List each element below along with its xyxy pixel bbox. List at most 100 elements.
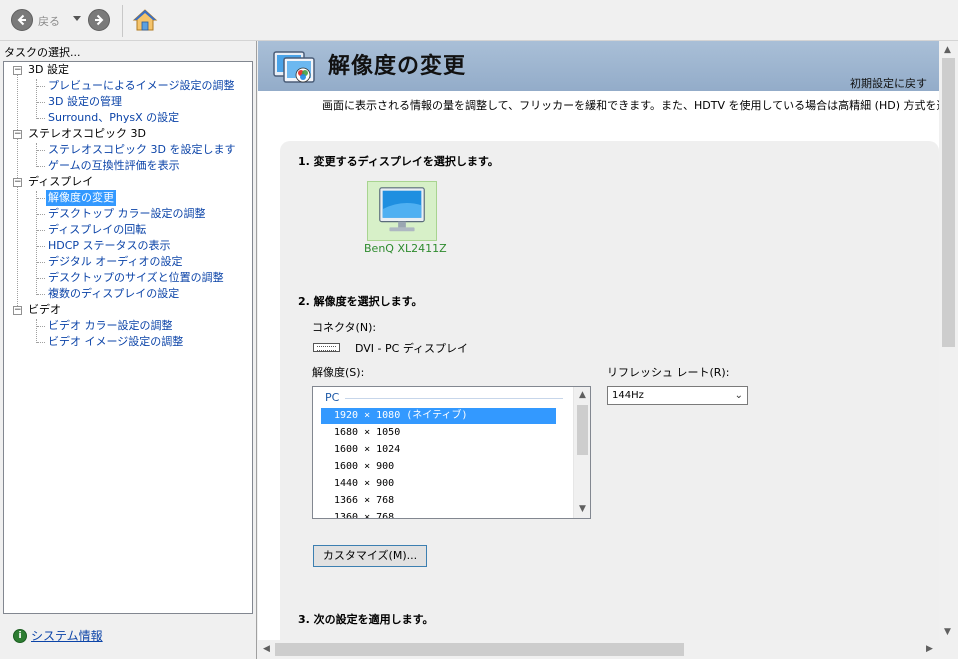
tree-item-change-resolution[interactable]: 解像度の変更: [46, 190, 116, 206]
tree-guide-line: [37, 294, 45, 295]
scroll-down-icon[interactable]: ▼: [578, 505, 587, 514]
tree-item-video-image[interactable]: ビデオ イメージ設定の調整: [46, 334, 185, 350]
tree-guide-line: [37, 262, 45, 263]
scroll-thumb[interactable]: [577, 405, 588, 455]
connector-label: コネクタ(N):: [312, 321, 377, 334]
task-panel: タスクの選択... − 3D 設定 プレビューによるイメージ設定の調整 3D 設…: [0, 41, 257, 659]
scroll-up-icon[interactable]: ▲: [944, 45, 951, 55]
tree-item-game-compat[interactable]: ゲームの互換性評価を表示: [46, 158, 182, 174]
connector-value: DVI - PC ディスプレイ: [355, 342, 469, 355]
scroll-right-icon[interactable]: ▶: [926, 644, 933, 654]
tree-item-video-color[interactable]: ビデオ カラー設定の調整: [46, 318, 175, 334]
tree-guide-line: [37, 246, 45, 247]
tree-category-stereo[interactable]: ステレオスコピック 3D: [28, 126, 146, 142]
task-panel-header: タスクの選択...: [4, 46, 81, 59]
resolution-option[interactable]: 1920 × 1080 (ネイティブ): [321, 408, 556, 424]
toolbar: 戻る: [0, 0, 958, 41]
tree-guide-line: [36, 79, 37, 119]
step-2-heading: 2. 解像度を選択します。: [298, 295, 423, 308]
resolution-option[interactable]: 1600 × 900: [321, 459, 556, 475]
tree-guide-line: [37, 230, 45, 231]
tree-item-surround-physx[interactable]: Surround、PhysX の設定: [46, 110, 181, 126]
back-arrow-icon: [17, 14, 26, 26]
tree-guide-line: [36, 143, 37, 167]
main-panel: 解像度の変更 初期設定に戻す 画面に表示される情報の量を調整して、フリッカーを緩…: [258, 41, 958, 659]
tree-guide-line: [37, 214, 45, 215]
task-tree: − 3D 設定 プレビューによるイメージ設定の調整 3D 設定の管理 Surro…: [3, 61, 253, 614]
chevron-down-icon: ⌄: [734, 390, 743, 401]
tree-item-rotate-display[interactable]: ディスプレイの回転: [46, 222, 148, 238]
collapse-toggle-icon[interactable]: −: [13, 66, 22, 75]
monitor-icon: [379, 187, 425, 232]
forward-arrow-icon: [95, 14, 104, 26]
page-banner: 解像度の変更 初期設定に戻す: [258, 41, 939, 91]
resolution-option[interactable]: 1360 × 768: [321, 510, 556, 518]
collapse-toggle-icon[interactable]: −: [13, 178, 22, 187]
tree-guide-line: [37, 278, 45, 279]
tree-category-3d[interactable]: 3D 設定: [28, 62, 69, 78]
resolution-scrollbar[interactable]: ▲ ▼: [573, 387, 590, 518]
resolution-label: 解像度(S):: [312, 366, 365, 379]
resolution-group-header: PC: [325, 391, 340, 404]
collapse-toggle-icon[interactable]: −: [13, 306, 22, 315]
refresh-rate-label: リフレッシュ レート(R):: [607, 366, 730, 379]
history-dropdown-icon[interactable]: [73, 16, 81, 21]
tree-item-preview-image[interactable]: プレビューによるイメージ設定の調整: [46, 78, 236, 94]
tree-guide-line: [37, 118, 45, 119]
tree-item-desktop-size[interactable]: デスクトップのサイズと位置の調整: [46, 270, 226, 286]
refresh-rate-value: 144Hz: [612, 390, 644, 401]
step-3-heading: 3. 次の設定を適用します。: [298, 613, 434, 626]
tree-item-desktop-color[interactable]: デスクトップ カラー設定の調整: [46, 206, 208, 222]
scroll-thumb[interactable]: [942, 58, 955, 347]
tree-category-display[interactable]: ディスプレイ: [28, 174, 93, 190]
restore-defaults-link[interactable]: 初期設定に戻す: [850, 75, 927, 91]
info-icon: i: [13, 628, 27, 643]
scrollbar-corner: [939, 640, 958, 659]
scroll-down-icon[interactable]: ▼: [944, 627, 951, 637]
tree-category-video[interactable]: ビデオ: [28, 302, 61, 318]
scroll-up-icon[interactable]: ▲: [578, 391, 587, 400]
system-info[interactable]: i システム情報: [13, 627, 103, 644]
tree-item-setup-stereo[interactable]: ステレオスコピック 3D を設定します: [46, 142, 237, 158]
tree-guide-line: [36, 319, 37, 343]
display-tile[interactable]: [367, 181, 437, 241]
system-info-link[interactable]: システム情報: [31, 627, 103, 644]
page-title: 解像度の変更: [328, 54, 467, 79]
page-description: 画面に表示される情報の量を調整して、フリッカーを緩和できます。また、HDTV を…: [322, 99, 939, 112]
toolbar-separator: [122, 5, 123, 37]
forward-button[interactable]: [88, 9, 110, 31]
scroll-thumb[interactable]: [275, 643, 684, 656]
refresh-rate-select[interactable]: 144Hz ⌄: [607, 386, 748, 405]
tree-guide-line: [36, 191, 37, 295]
tree-item-multi-display[interactable]: 複数のディスプレイの設定: [46, 286, 181, 302]
collapse-toggle-icon[interactable]: −: [13, 130, 22, 139]
tree-guide-line: [37, 326, 45, 327]
tree-guide-line: [17, 74, 18, 314]
tree-guide-line: [37, 198, 45, 199]
resolution-option[interactable]: 1600 × 1024: [321, 442, 556, 458]
dvi-connector-icon: [313, 343, 340, 352]
main-horizontal-scrollbar[interactable]: ◀ ▶: [258, 640, 939, 659]
tree-guide-line: [37, 166, 45, 167]
tree-item-manage-3d[interactable]: 3D 設定の管理: [46, 94, 124, 110]
tree-guide-line: [37, 150, 45, 151]
scroll-left-icon[interactable]: ◀: [263, 644, 270, 654]
main-vertical-scrollbar[interactable]: ▲ ▼: [939, 41, 958, 640]
resolution-option[interactable]: 1440 × 900: [321, 476, 556, 492]
resolution-list[interactable]: PC 1920 × 1080 (ネイティブ) 1680 × 1050 1600 …: [312, 386, 591, 519]
home-icon[interactable]: [131, 7, 159, 33]
tree-guide-line: [37, 102, 45, 103]
tree-guide-line: [37, 342, 45, 343]
resolution-option[interactable]: 1680 × 1050: [321, 425, 556, 441]
tree-item-hdcp-status[interactable]: HDCP ステータスの表示: [46, 238, 173, 254]
display-name-label[interactable]: BenQ XL2411Z: [364, 242, 447, 255]
tree-guide-line: [37, 86, 45, 87]
display-settings-icon: [273, 51, 315, 83]
back-label[interactable]: 戻る: [38, 13, 60, 29]
tree-item-digital-audio[interactable]: デジタル オーディオの設定: [46, 254, 185, 270]
resolution-option[interactable]: 1366 × 768: [321, 493, 556, 509]
group-divider: [345, 398, 563, 399]
customize-button[interactable]: カスタマイズ(M)...: [313, 545, 427, 567]
back-button[interactable]: [11, 9, 33, 31]
step-1-heading: 1. 変更するディスプレイを選択します。: [298, 155, 499, 168]
